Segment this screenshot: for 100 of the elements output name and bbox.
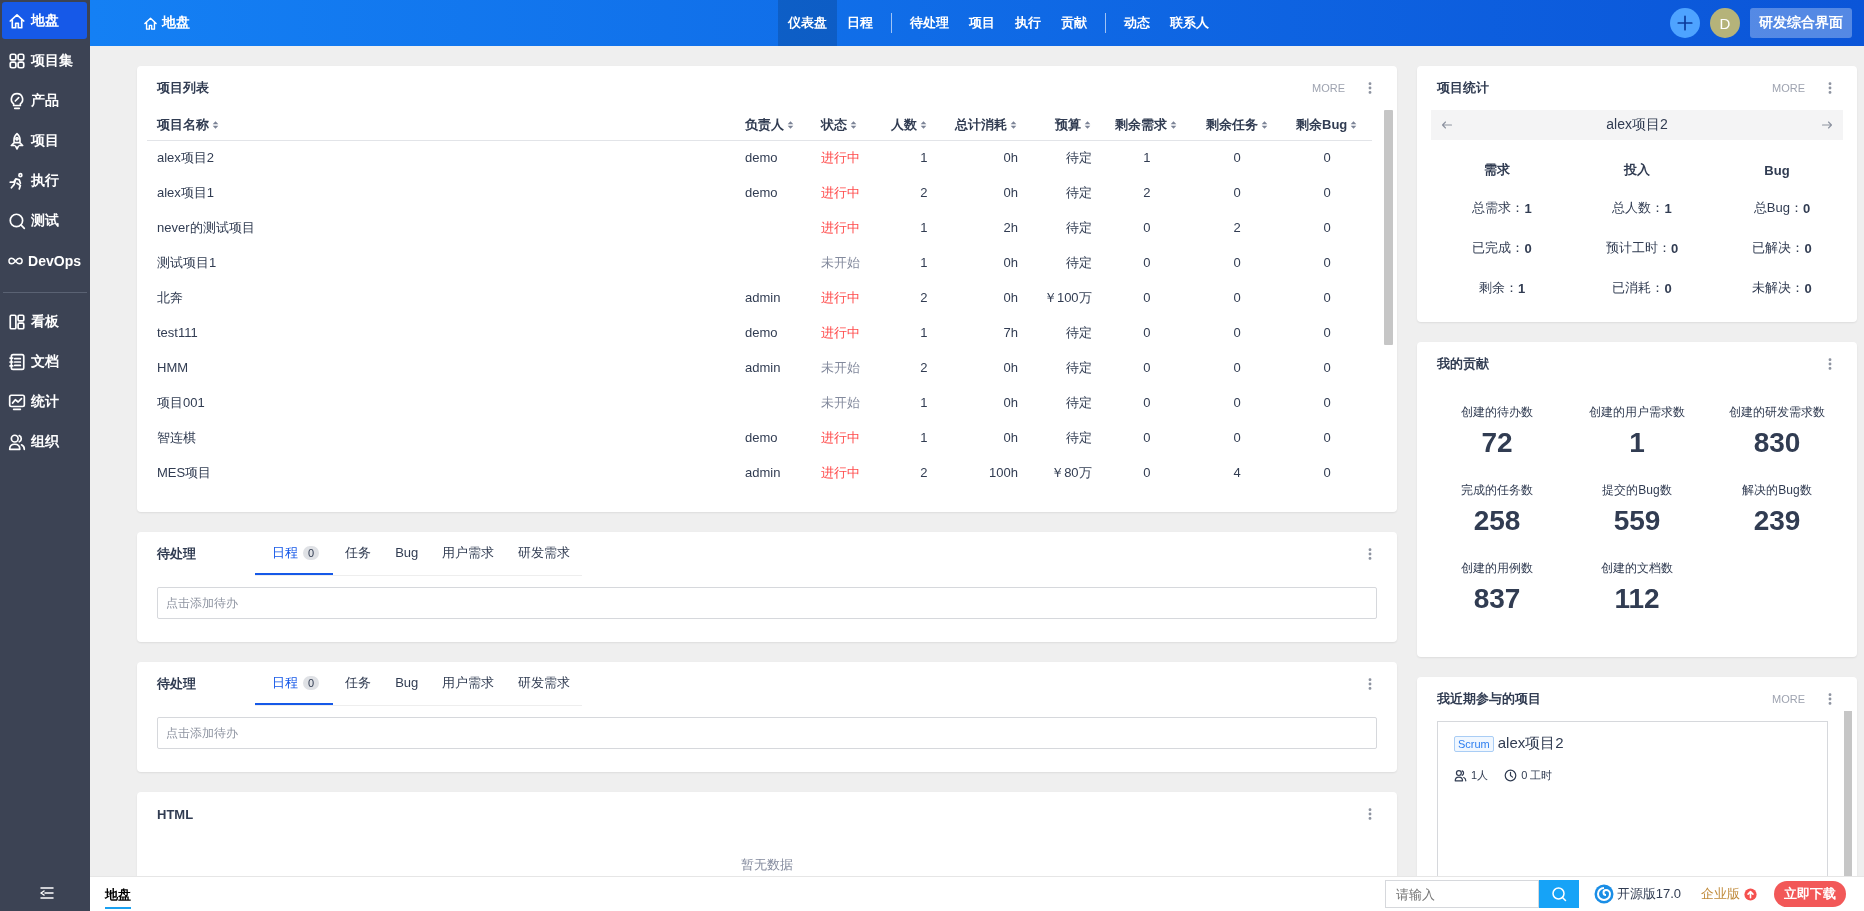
stat-value: 0 — [1804, 240, 1812, 256]
add-todo-field[interactable]: 点击添加待办 — [157, 717, 1377, 749]
sidebar-item[interactable]: 组织 — [2, 423, 87, 460]
previous-button[interactable] — [1441, 119, 1453, 131]
sidebar-item[interactable]: 看板 — [2, 303, 87, 340]
breadcrumb-link[interactable]: 地盘 — [143, 14, 190, 32]
stat-value: 0 — [1670, 240, 1679, 256]
column-header[interactable]: 剩余需求 — [1115, 115, 1179, 134]
sidebar-item[interactable]: 测试 — [2, 202, 87, 239]
tab[interactable]: 研发需求 — [506, 662, 583, 705]
sidebar-item[interactable]: 项目 — [2, 122, 87, 159]
project-name-link[interactable]: HMM — [157, 360, 189, 375]
table-cell: 0h — [1003, 395, 1018, 410]
sort-icon — [1082, 118, 1092, 131]
home-icon — [8, 11, 26, 30]
menu-collapse-icon — [38, 885, 55, 901]
tab[interactable]: 用户需求 — [430, 662, 507, 705]
table-cell: 1 — [920, 220, 928, 235]
sort-icon — [1259, 118, 1269, 131]
column-header[interactable]: 人数 — [890, 115, 928, 134]
nav-tab[interactable]: 联系人 — [1160, 0, 1219, 46]
stat-label: 总需求： — [1472, 199, 1525, 217]
people-icon — [8, 432, 26, 451]
sort-icon — [1169, 118, 1179, 131]
table-cell: 0 — [1233, 255, 1241, 270]
sidebar-item[interactable]: 文档 — [2, 343, 87, 380]
plus-icon — [1676, 14, 1694, 32]
table-cell: demo — [745, 325, 778, 340]
project-name-link[interactable]: 北奔 — [157, 289, 183, 305]
scrollbar[interactable] — [1844, 711, 1852, 876]
project-name-link[interactable]: never的测试项目 — [157, 219, 255, 235]
home-icon — [143, 15, 158, 31]
metric-label: 创建的文档数 — [1601, 560, 1673, 577]
table-cell: 0 — [1233, 185, 1241, 200]
table-cell: 0 — [1143, 395, 1151, 410]
project-name-link[interactable]: 项目001 — [157, 394, 205, 410]
stat-label: 剩余： — [1478, 279, 1518, 297]
project-name-link[interactable]: MES项目 — [157, 464, 212, 480]
nav-tab[interactable]: 仪表盘 — [778, 0, 837, 46]
nav-tab[interactable]: 执行 — [1005, 0, 1051, 46]
sidebar-item[interactable]: 执行 — [2, 162, 87, 199]
stat-value: 1 — [1524, 200, 1532, 216]
empty-message: 暂无数据 — [740, 856, 794, 874]
table-cell: 待定 — [1065, 254, 1092, 270]
document-icon — [8, 352, 26, 371]
nav-tab[interactable]: 动态 — [1114, 0, 1160, 46]
sidebar-item[interactable]: 统计 — [2, 383, 87, 420]
sidebar-item[interactable]: 项目集 — [2, 42, 87, 79]
table-cell: 0 — [1233, 395, 1241, 410]
nav-tab[interactable]: 贡献 — [1051, 0, 1097, 46]
table-cell: admin — [745, 465, 781, 480]
table-cell: ￥100万 — [1043, 289, 1092, 305]
metric-label: 创建的研发需求数 — [1729, 404, 1825, 421]
sidebar-item[interactable]: 产品 — [2, 82, 87, 119]
monitor-icon — [8, 392, 26, 411]
grid-icon — [8, 51, 26, 70]
column-header[interactable]: 剩余Bug — [1296, 115, 1359, 134]
nav-tab[interactable]: 项目 — [959, 0, 1005, 46]
tab[interactable]: 日程 0 — [255, 662, 334, 705]
add-button[interactable] — [1670, 8, 1700, 38]
tab[interactable]: Bug — [383, 662, 431, 705]
table-cell: 0h — [1003, 290, 1018, 305]
search-icon — [1550, 886, 1567, 902]
project-name-link[interactable]: alex项目2 — [157, 149, 215, 165]
tab[interactable]: 任务 — [333, 662, 384, 705]
scrollbar[interactable] — [1384, 110, 1393, 345]
tab[interactable]: 日程 0 — [255, 532, 334, 575]
tab[interactable]: 用户需求 — [430, 532, 507, 575]
column-header[interactable]: 预算 — [1054, 115, 1092, 134]
metric-label: 提交的Bug数 — [1602, 482, 1672, 499]
search-field[interactable]: 请输入 — [1384, 880, 1539, 908]
project-name-link[interactable]: alex项目1 — [157, 184, 215, 200]
nav-tab[interactable]: 日程 — [837, 0, 883, 46]
tab[interactable]: 任务 — [333, 532, 384, 575]
table-cell: 0h — [1003, 185, 1018, 200]
table-cell: 0 — [1143, 220, 1151, 235]
table-cell: 0h — [1003, 255, 1018, 270]
sidebar-item[interactable]: 地盘 — [2, 2, 87, 39]
column-header[interactable]: 总计消耗 — [954, 115, 1018, 134]
sort-icon — [1349, 118, 1359, 131]
column-header[interactable]: 负责人 — [745, 115, 795, 134]
metric-value: 72 — [1481, 427, 1513, 459]
tab[interactable]: 研发需求 — [506, 532, 583, 575]
next-button[interactable] — [1821, 119, 1833, 131]
footer-tab[interactable]: 地盘 — [105, 879, 131, 909]
table-cell: 0 — [1323, 430, 1331, 445]
metric-value: 112 — [1614, 583, 1660, 615]
column-header[interactable]: 状态 — [821, 115, 859, 134]
column-header[interactable]: 剩余任务 — [1205, 115, 1269, 134]
tab[interactable]: Bug — [383, 532, 431, 575]
add-todo-field[interactable]: 点击添加待办 — [157, 587, 1377, 619]
table-cell: 0 — [1323, 255, 1331, 270]
project-name-link[interactable]: 智连棋 — [157, 429, 196, 445]
sidebar-item[interactable]: DevOps — [2, 242, 87, 279]
project-name-link[interactable]: test111 — [157, 325, 198, 340]
project-name-link[interactable]: 测试项目1 — [157, 254, 217, 270]
nav-tab[interactable]: 待处理 — [900, 0, 959, 46]
column-header[interactable]: 项目名称 — [157, 115, 220, 134]
search-button[interactable] — [1538, 880, 1579, 908]
table-cell: 0 — [1323, 395, 1331, 410]
